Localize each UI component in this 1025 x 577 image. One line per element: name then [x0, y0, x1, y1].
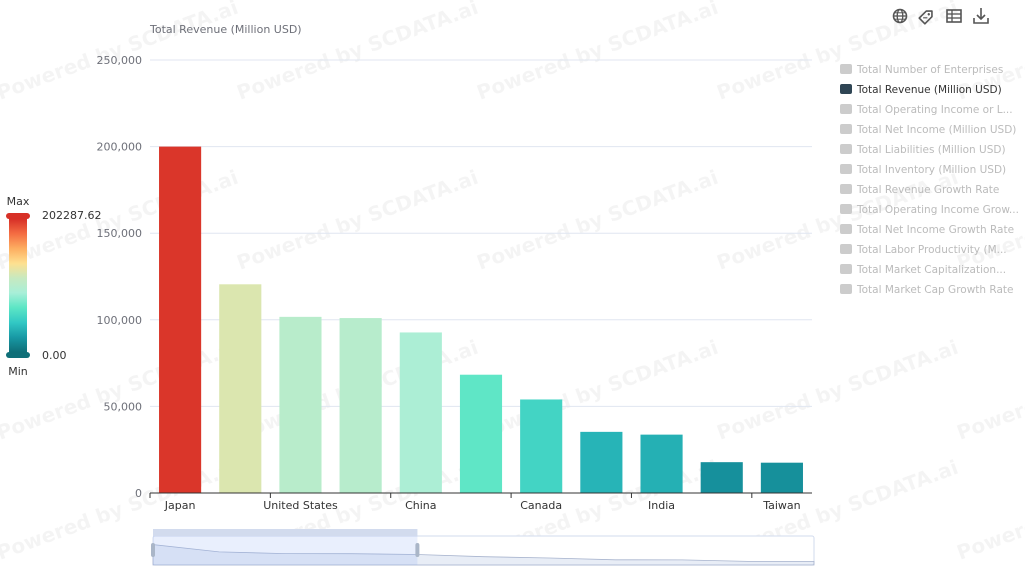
legend-swatch — [840, 204, 852, 214]
visual-map-min-value: 0.00 — [42, 349, 67, 362]
x-tick-label: Japan — [164, 499, 196, 512]
legend-swatch — [840, 104, 852, 114]
bar[interactable] — [520, 399, 563, 493]
legend-label: Total Inventory (Million USD) — [856, 164, 1006, 176]
data-zoom-move-handle[interactable] — [153, 529, 418, 536]
watermark-text: Powered by SCDATA.ai — [0, 0, 241, 105]
legend-item[interactable]: Total Inventory (Million USD) — [840, 164, 1006, 176]
legend-swatch — [840, 84, 852, 94]
legend-item[interactable]: Total Number of Enterprises — [840, 64, 1003, 76]
watermark-text: Powered by SCDATA.ai — [234, 165, 482, 275]
legend-item[interactable]: Total Market Capitalization... — [840, 264, 1006, 276]
legend-item[interactable]: Total Operating Income Grow... — [840, 204, 1019, 216]
x-tick-label: Taiwan — [762, 499, 800, 512]
y-tick-label: 100,000 — [97, 314, 143, 327]
y-tick-label: 0 — [135, 487, 142, 500]
legend-item[interactable]: Total Revenue Growth Rate — [840, 184, 999, 196]
data-zoom-handle-right[interactable] — [415, 543, 420, 557]
legend-item[interactable]: Total Net Income (Million USD) — [840, 124, 1016, 136]
x-tick-label: Canada — [520, 499, 562, 512]
legend-item[interactable]: Total Net Income Growth Rate — [840, 224, 1014, 236]
watermark-text: Powered by SCDATA.ai — [954, 335, 1025, 445]
y-tick-label: 50,000 — [104, 400, 143, 413]
data-zoom-handle-left[interactable] — [151, 543, 155, 557]
legend-swatch — [840, 284, 852, 294]
watermark-text: Powered by SCDATA.ai — [474, 0, 722, 105]
legend-label: Total Revenue Growth Rate — [856, 184, 999, 196]
bar[interactable] — [279, 316, 322, 493]
bar[interactable] — [159, 146, 202, 493]
legend-label: Total Market Capitalization... — [856, 264, 1006, 276]
y-axis-title: Total Revenue (Million USD) — [149, 23, 302, 36]
chart-container: Powered by SCDATA.ai Powered by SCDATA.ai… — [0, 0, 1025, 573]
legend-swatch — [840, 124, 852, 134]
bar[interactable] — [640, 434, 683, 493]
y-tick-label: 150,000 — [97, 227, 143, 240]
y-tick-label: 250,000 — [97, 54, 143, 67]
watermark-text: Powered by SCDATA.ai — [714, 165, 962, 275]
legend-label: Total Number of Enterprises — [856, 64, 1003, 76]
legend-label: Total Revenue (Million USD) — [856, 84, 1002, 96]
data-zoom-slider[interactable] — [151, 529, 815, 566]
visual-map-gradient-bar — [9, 219, 27, 352]
bar-chart: Powered by SCDATA.aiPowered by SCDATA.ai… — [0, 0, 1025, 566]
legend-label: Total Labor Productivity (M... — [856, 244, 1007, 256]
visual-map-min-label: Min — [8, 365, 28, 378]
visual-map-min-handle[interactable] — [6, 352, 30, 358]
y-axis-tick-labels: 0 50,000 100,000 150,000 200,000 250,000 — [97, 54, 143, 500]
bar[interactable] — [580, 431, 623, 493]
watermark-text: Powered by SCDATA.ai — [0, 165, 241, 275]
watermark-text: Powered by SCDATA.ai — [954, 165, 1025, 275]
legend-swatch — [840, 224, 852, 234]
visual-map-max-label: Max — [7, 195, 30, 208]
legend-item[interactable]: Total Liabilities (Million USD) — [840, 144, 1006, 156]
bar[interactable] — [700, 462, 743, 493]
legend-swatch — [840, 144, 852, 154]
legend-swatch — [840, 64, 852, 74]
bar[interactable] — [459, 374, 503, 493]
legend-item[interactable]: Total Operating Income or L... — [840, 104, 1013, 116]
bar[interactable] — [339, 318, 382, 493]
watermark-text: Powered by SCDATA.ai — [954, 455, 1025, 565]
legend-item[interactable]: Total Labor Productivity (M... — [840, 244, 1007, 256]
legend-swatch — [840, 264, 852, 274]
x-axis: Japan United States China Canada India Taiwan — [149, 492, 812, 512]
legend-swatch — [840, 244, 852, 254]
x-tick-label: China — [405, 499, 436, 512]
bar[interactable] — [219, 284, 262, 493]
watermark-text: Powered by SCDATA.ai — [234, 0, 482, 105]
legend-label: Total Operating Income or L... — [856, 104, 1013, 116]
visual-map-max-value: 202287.62 — [42, 209, 102, 222]
bar[interactable] — [399, 332, 442, 493]
legend-label: Total Net Income (Million USD) — [856, 124, 1016, 136]
watermark-text: Powered by SCDATA.ai — [474, 335, 722, 445]
visual-map-max-handle[interactable] — [6, 213, 30, 219]
download-icon[interactable] — [973, 8, 989, 24]
legend-item[interactable]: Total Market Cap Growth Rate — [840, 284, 1013, 296]
legend-label: Total Operating Income Grow... — [856, 204, 1019, 216]
x-tick-label: India — [648, 499, 675, 512]
y-tick-label: 200,000 — [97, 141, 143, 154]
legend-label: Total Market Cap Growth Rate — [856, 284, 1013, 296]
bar[interactable] — [760, 462, 803, 493]
legend-swatch — [840, 164, 852, 174]
legend-label: Total Liabilities (Million USD) — [856, 144, 1006, 156]
x-tick-label: United States — [263, 499, 338, 512]
legend-swatch — [840, 184, 852, 194]
watermark-text: Powered by SCDATA.ai — [0, 335, 241, 445]
watermark-text: Powered by SCDATA.ai — [714, 335, 962, 445]
watermark-text: Powered by SCDATA.ai — [474, 165, 722, 275]
legend-label: Total Net Income Growth Rate — [856, 224, 1014, 236]
legend-item[interactable]: Total Revenue (Million USD) — [840, 84, 1002, 96]
